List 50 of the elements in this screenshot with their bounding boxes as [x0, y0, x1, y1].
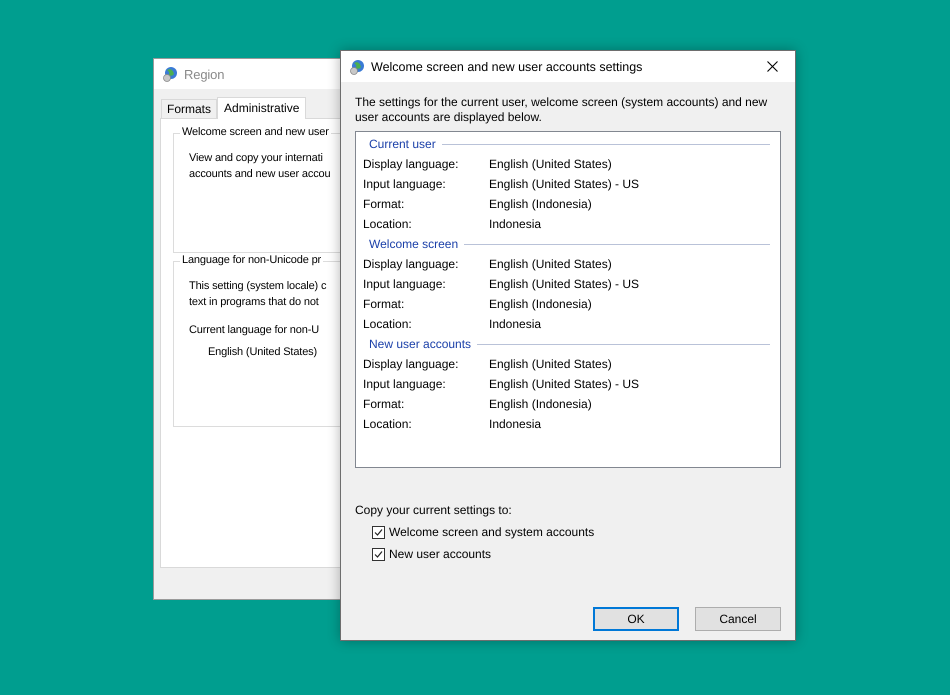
setting-label: Location:: [363, 317, 413, 331]
globe-icon: [162, 66, 178, 82]
setting-label: Format:: [363, 297, 406, 311]
setting-value: English (Indonesia): [489, 297, 592, 311]
checkbox-label[interactable]: New user accounts: [389, 547, 492, 561]
setting-label: Format:: [363, 397, 406, 411]
window-title: Region: [184, 66, 224, 82]
setting-value: English (United States) - US: [489, 277, 640, 291]
checkbox[interactable]: [372, 548, 385, 560]
description-text: text in programs that do not: [189, 295, 320, 310]
setting-label: Current language for non-U: [189, 323, 320, 338]
setting-label: Display language:: [363, 157, 460, 171]
setting-value: Indonesia: [489, 217, 542, 231]
checkbox-label[interactable]: Welcome screen and system accounts: [389, 525, 594, 539]
tab[interactable]: Administrative: [217, 97, 306, 119]
copy-label: Copy your current settings to:: [355, 503, 513, 517]
setting-value: English (United States): [489, 157, 612, 171]
setting-value: English (Indonesia): [489, 197, 592, 211]
setting-label: Display language:: [363, 257, 460, 271]
dialog-button[interactable]: Cancel: [695, 607, 781, 631]
setting-value: Indonesia: [489, 317, 542, 331]
setting-value: Indonesia: [489, 417, 542, 431]
description-text: This setting (system locale) c: [189, 279, 328, 294]
group-title: Welcome screen and new user: [180, 126, 331, 138]
setting-label: Input language:: [363, 277, 447, 291]
tab[interactable]: Formats: [161, 99, 218, 118]
setting-label: Input language:: [363, 377, 447, 391]
section-heading: New user accounts: [369, 337, 472, 351]
setting-value: English (United States): [489, 257, 612, 271]
section-heading: Welcome screen: [369, 237, 458, 251]
setting-label: Format:: [363, 197, 406, 211]
description-text: accounts and new user accou: [189, 167, 332, 182]
setting-value: English (United States) - US: [489, 177, 640, 191]
close-icon: [766, 61, 778, 72]
setting-label: Input language:: [363, 177, 447, 191]
dialog-button[interactable]: OK: [593, 607, 679, 631]
description-text: View and copy your internati: [189, 151, 324, 166]
dialog-title: Welcome screen and new user accounts settings: [371, 60, 644, 74]
section-heading: Current user: [369, 137, 436, 151]
group-title: Language for non-Unicode pr: [180, 254, 324, 266]
checkbox[interactable]: [372, 526, 385, 538]
setting-label: Location:: [363, 217, 413, 231]
setting-label: Display language:: [363, 357, 460, 371]
setting-label: Location:: [363, 417, 413, 431]
setting-value: English (United States): [489, 357, 612, 371]
setting-value: English (Indonesia): [489, 397, 592, 411]
setting-value: English (United States): [207, 345, 318, 360]
intro-text: The settings for the current user, welcome screen (system accounts) and new user accounts are displayed below.: [355, 95, 768, 125]
globe-icon: [349, 58, 365, 74]
setting-value: English (United States) - US: [489, 377, 640, 391]
